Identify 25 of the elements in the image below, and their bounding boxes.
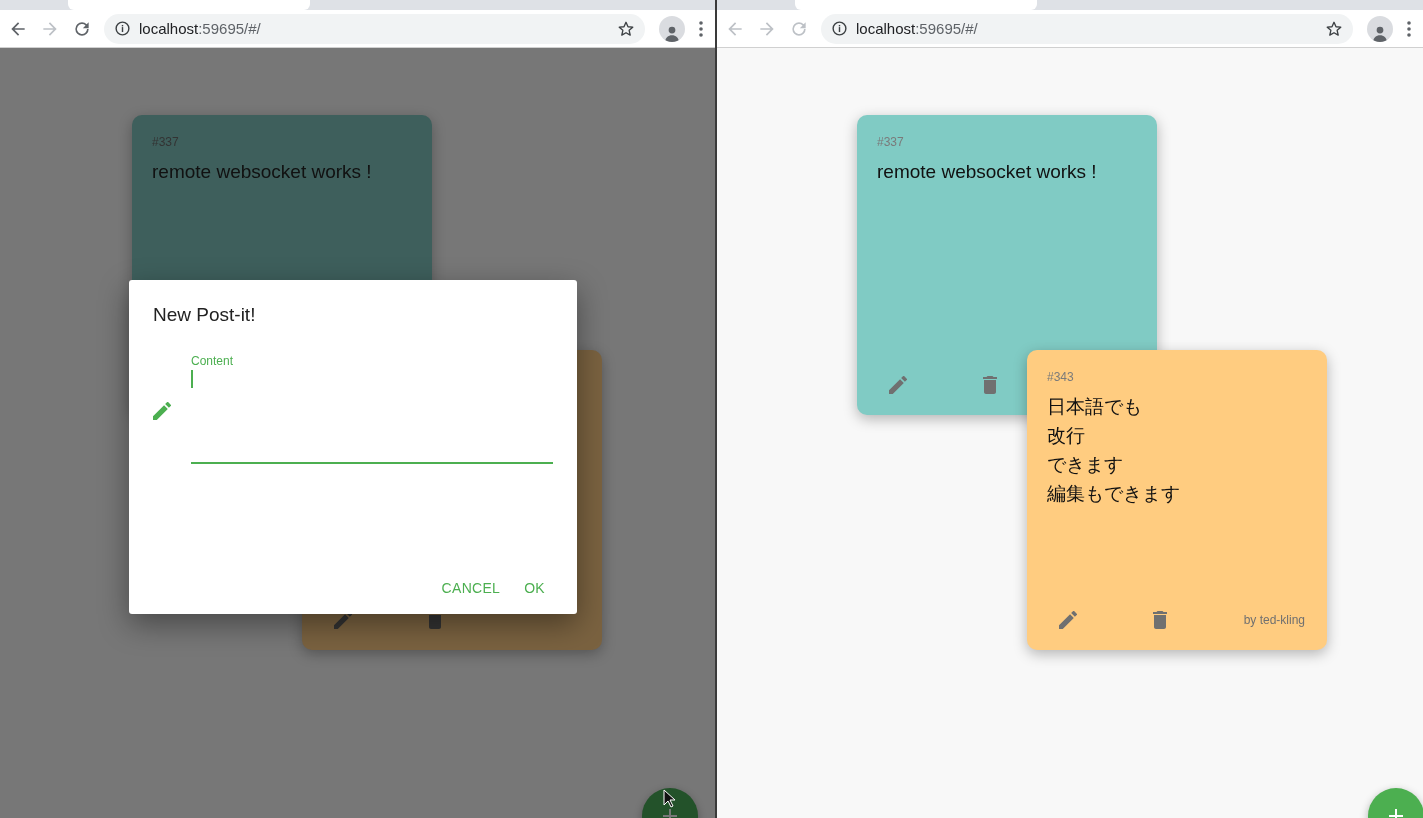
cancel-button[interactable]: CANCEL xyxy=(433,572,509,604)
note-text: 編集もできます xyxy=(1047,482,1180,506)
address-bar[interactable]: localhost:59695/#/ xyxy=(821,13,1353,44)
url-text: localhost:59695/#/ xyxy=(139,20,262,37)
content-field[interactable]: Content xyxy=(191,354,553,464)
note-text: できます xyxy=(1047,453,1123,477)
note-text: 日本語でも xyxy=(1047,395,1142,419)
note-text: remote websocket works ! xyxy=(877,160,1097,184)
star-icon[interactable] xyxy=(617,19,635,38)
note-author: by ted-kling xyxy=(1243,613,1305,627)
note-text: 改行 xyxy=(1047,424,1085,448)
star-icon[interactable] xyxy=(1325,19,1343,38)
url-text: localhost:59695/#/ xyxy=(856,20,979,37)
info-icon[interactable] xyxy=(831,20,848,37)
note-number: #343 xyxy=(1047,370,1075,384)
address-bar[interactable]: localhost:59695/#/ xyxy=(104,13,645,44)
profile-icon[interactable] xyxy=(1367,15,1393,42)
dialog-title: New Post-it! xyxy=(153,304,257,326)
ok-button[interactable]: OK xyxy=(516,572,553,604)
menu-icon[interactable] xyxy=(699,20,703,37)
profile-icon[interactable] xyxy=(659,15,685,42)
note-number: #337 xyxy=(877,135,905,149)
menu-icon[interactable] xyxy=(1407,20,1411,37)
note-text: remote websocket works ! xyxy=(152,160,372,184)
info-icon[interactable] xyxy=(114,20,131,37)
